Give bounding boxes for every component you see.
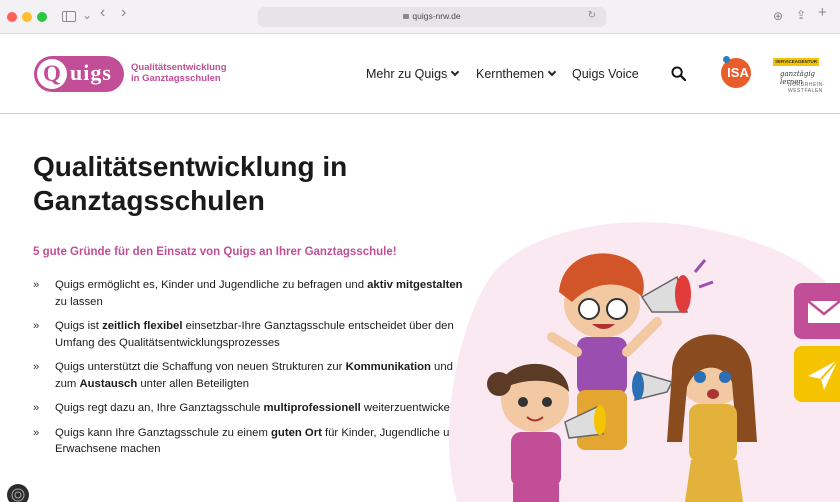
url-display: quigs-nrw.de <box>258 11 606 21</box>
forward-icon[interactable]: › <box>121 5 126 21</box>
lock-icon <box>403 14 410 19</box>
privacy-settings-button[interactable] <box>7 484 29 502</box>
back-icon[interactable]: ‹ <box>100 5 105 21</box>
paper-plane-icon <box>808 359 839 390</box>
isa-logo-accent <box>723 56 730 63</box>
chevron-down-icon[interactable]: ⌄ <box>82 8 92 22</box>
nav-item-mehr-zu-quigs[interactable]: Mehr zu Quigs <box>366 67 460 81</box>
logo-tagline: Qualitätsentwicklung in Ganztagsschulen <box>131 62 227 84</box>
list-item: » Quigs ist zeitlich flexibel einsetzbar-… <box>33 320 454 349</box>
zoom-window-button[interactable] <box>37 12 47 22</box>
list-item: » Quigs unterstützt die Schaffung von neu… <box>33 361 453 390</box>
close-window-button[interactable] <box>7 12 17 22</box>
list-item: » Quigs ermöglicht es, Kinder und Jugendl… <box>33 279 463 308</box>
nav-item-kernthemen[interactable]: Kernthemen <box>476 67 557 81</box>
browser-toolbar: ⌄ ‹ › quigs-nrw.de ↻ ⊕ ⇪ + <box>0 0 840 34</box>
contact-mail-tab[interactable] <box>794 283 840 339</box>
children-megaphone-illustration <box>448 222 840 502</box>
share-icon[interactable]: ⇪ <box>796 8 806 22</box>
download-icon[interactable]: ⊕ <box>773 9 783 23</box>
list-item: » Quigs kann Ihre Ganztagsschule zu einem… <box>33 426 462 456</box>
fingerprint-icon <box>11 488 25 502</box>
page-title: Qualitätsentwicklung in Ganztagsschulen <box>33 151 348 216</box>
chevron-down-icon <box>451 67 460 77</box>
new-tab-icon[interactable]: + <box>818 5 827 20</box>
list-item: » Quigs regt dazu an, Ihre Ganztagsschule… <box>33 402 459 414</box>
serviceagentur-subtitle: NORDRHEIN-WESTFALEN <box>788 82 825 94</box>
quigs-logo[interactable]: Q uigs <box>34 56 124 92</box>
minimize-window-button[interactable] <box>22 12 32 22</box>
reasons-list: » Quigs ermöglicht es, Kinder und Jugendl… <box>33 277 473 466</box>
chevron-down-icon <box>547 67 557 77</box>
address-bar[interactable]: quigs-nrw.de ↻ <box>258 7 606 27</box>
mail-icon <box>807 300 840 323</box>
search-icon[interactable] <box>671 66 686 81</box>
site-header: Q uigs Qualitätsentwicklung in Ganztagss… <box>0 34 840 114</box>
reasons-subheading: 5 gute Gründe für den Einsatz von Quigs … <box>33 246 397 258</box>
isa-logo-text: ISA <box>727 65 749 80</box>
serviceagentur-badge[interactable]: SERVICEAGENTUR <box>773 58 819 66</box>
sidebar-icon[interactable] <box>62 11 76 22</box>
nav-item-quigs-voice[interactable]: Quigs Voice <box>572 67 639 81</box>
reload-icon[interactable]: ↻ <box>588 10 596 21</box>
contact-send-tab[interactable] <box>794 346 840 402</box>
